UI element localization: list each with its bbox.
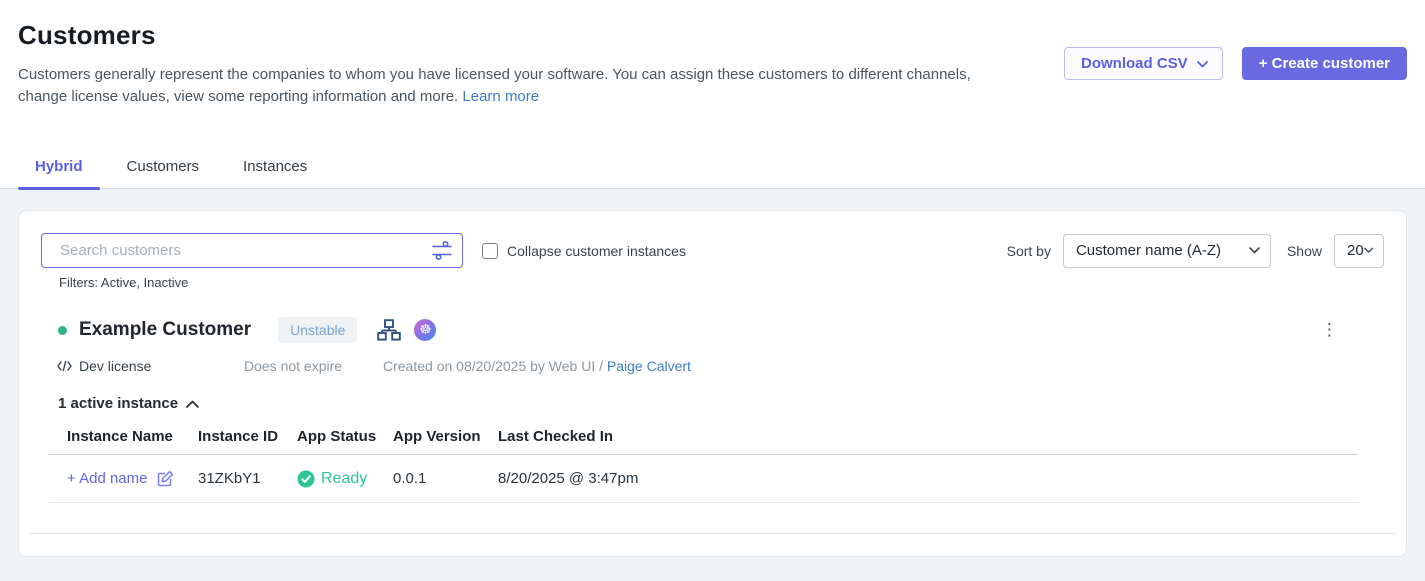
chevron-up-icon — [186, 400, 199, 408]
show-select[interactable]: 20 — [1334, 234, 1384, 268]
chevron-down-icon — [1249, 247, 1260, 254]
instances-toggle[interactable]: 1 active instance — [58, 395, 1406, 412]
customer-active-dot-icon — [58, 326, 67, 335]
license-type: Dev license — [79, 358, 151, 374]
app-status-text: Ready — [321, 470, 367, 488]
app-version-cell: 0.0.1 — [393, 470, 498, 487]
col-header-app-version: App Version — [393, 428, 498, 445]
last-checked-in-cell: 8/20/2025 @ 3:47pm — [498, 470, 1358, 487]
collapse-instances-checkbox[interactable] — [482, 243, 498, 259]
instances-summary: 1 active instance — [58, 395, 178, 412]
col-header-instance-id: Instance ID — [198, 428, 297, 445]
toolbar-right: Sort by Customer name (A-Z) Show 20 — [1007, 234, 1384, 268]
kubernetes-icon: ☸ — [414, 319, 436, 341]
content-section: Collapse customer instances Sort by Cust… — [0, 189, 1425, 581]
license-row: Dev license Does not expire Created on 0… — [19, 358, 1406, 374]
chevron-down-icon — [1197, 55, 1208, 72]
page-header: Customers Customers generally represent … — [0, 0, 1425, 108]
learn-more-link[interactable]: Learn more — [462, 88, 539, 105]
download-csv-label: Download CSV — [1081, 55, 1188, 72]
collapse-instances-group[interactable]: Collapse customer instances — [482, 243, 686, 259]
col-header-instance-name: Instance Name — [49, 428, 198, 445]
card-bottom-divider — [29, 533, 1396, 534]
channel-badge: Unstable — [278, 317, 357, 343]
ready-check-icon — [297, 470, 315, 488]
edit-icon[interactable] — [157, 470, 174, 487]
customer-name: Example Customer — [79, 319, 251, 341]
tab-instances[interactable]: Instances — [226, 158, 324, 188]
sort-by-label: Sort by — [1007, 243, 1051, 259]
license-created: Created on 08/20/2025 by Web UI / Paige … — [383, 358, 691, 374]
table-row: + Add name 31ZKbY1 — [49, 455, 1358, 503]
tab-bar: Hybrid Customers Instances — [0, 158, 1425, 189]
table-header-row: Instance Name Instance ID App Status App… — [49, 428, 1358, 455]
kubernetes-wheel-glyph: ☸ — [419, 323, 432, 337]
instances-table: Instance Name Instance ID App Status App… — [49, 428, 1358, 503]
add-name-link[interactable]: + Add name — [67, 470, 147, 487]
instance-name-cell: + Add name — [49, 470, 198, 487]
show-label: Show — [1287, 243, 1322, 259]
card-toolbar: Collapse customer instances Sort by Cust… — [19, 211, 1406, 268]
search-input[interactable] — [41, 233, 463, 268]
created-text: Created on 08/20/2025 by Web UI / — [383, 358, 603, 374]
created-by-link[interactable]: Paige Calvert — [607, 358, 691, 374]
code-icon — [57, 360, 72, 372]
instance-id-cell: 31ZKbY1 — [198, 470, 297, 487]
sort-by-select[interactable]: Customer name (A-Z) — [1063, 234, 1271, 268]
col-header-app-status: App Status — [297, 428, 393, 445]
chevron-down-icon — [1364, 247, 1373, 254]
create-customer-button[interactable]: + Create customer — [1242, 47, 1407, 80]
customers-card: Collapse customer instances Sort by Cust… — [18, 210, 1407, 557]
download-csv-button[interactable]: Download CSV — [1064, 47, 1223, 80]
customer-header: Example Customer Unstable ☸ ⋮ — [19, 317, 1406, 343]
page-description: Customers generally represent the compan… — [18, 64, 976, 108]
active-filters-text: Filters: Active, Inactive — [59, 275, 1406, 290]
license-type-group: Dev license — [57, 358, 244, 374]
tab-hybrid[interactable]: Hybrid — [18, 158, 100, 188]
app-status-cell: Ready — [297, 470, 393, 488]
search-wrap — [41, 233, 463, 268]
license-expiry: Does not expire — [244, 358, 383, 374]
kebab-menu-icon[interactable]: ⋮ — [1321, 322, 1338, 339]
header-actions: Download CSV + Create customer — [1064, 47, 1407, 80]
collapse-instances-label: Collapse customer instances — [507, 243, 686, 259]
show-value: 20 — [1347, 242, 1364, 259]
filter-sliders-icon[interactable] — [432, 241, 452, 265]
tab-customers[interactable]: Customers — [110, 158, 217, 188]
sort-by-value: Customer name (A-Z) — [1076, 242, 1221, 259]
col-header-last-checked-in: Last Checked In — [498, 428, 1358, 445]
sitemap-icon — [377, 319, 401, 341]
